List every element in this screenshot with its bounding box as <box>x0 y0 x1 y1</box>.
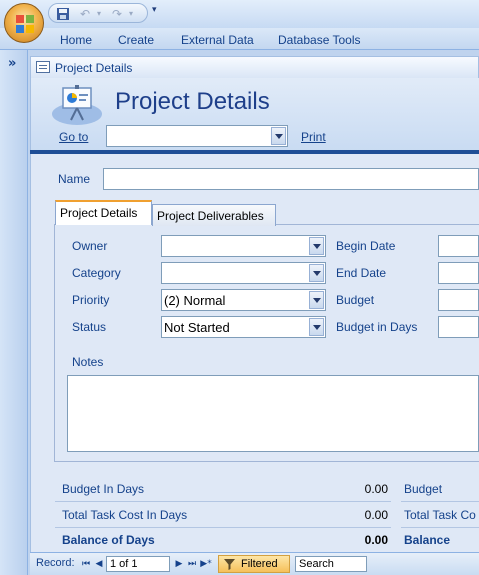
form-icon <box>36 61 50 73</box>
chevron-down-icon[interactable] <box>271 127 286 145</box>
ribbon-tab-create[interactable]: Create <box>118 33 154 47</box>
filter-toggle-button[interactable]: Filtered <box>218 555 290 573</box>
chevron-down-icon[interactable] <box>309 237 324 255</box>
previous-record-icon[interactable]: ◀ <box>93 557 105 571</box>
tab-project-deliverables[interactable]: Project Deliverables <box>152 204 276 226</box>
form-header: Project Details Go to Print <box>30 78 479 156</box>
goto-combo[interactable] <box>106 125 288 147</box>
status-value: Not Started <box>164 320 230 335</box>
budget-label: Budget <box>336 293 375 307</box>
owner-combo[interactable] <box>161 235 326 257</box>
quick-access-toolbar: ↶ ▾ ↷ ▾ <box>48 3 148 23</box>
customize-qat-icon[interactable]: ▾ <box>152 5 164 19</box>
ribbon-tab-bar: Home Create External Data Database Tools <box>0 28 479 50</box>
balance-label: Balance <box>404 533 451 547</box>
balance-of-days-value: 0.00 <box>364 533 388 547</box>
search-input[interactable]: Search <box>295 556 367 572</box>
ribbon-tab-home[interactable]: Home <box>60 33 92 47</box>
category-label: Category <box>72 266 121 280</box>
budget-field[interactable] <box>438 289 479 311</box>
budget-in-days-label: Budget in Days <box>336 320 418 334</box>
funnel-icon <box>224 559 235 570</box>
end-date-field[interactable] <box>438 262 479 284</box>
total-task-cost-label: Total Task Co <box>404 508 476 522</box>
chevron-down-icon[interactable] <box>309 291 324 309</box>
tab-project-details[interactable]: Project Details <box>55 200 152 225</box>
status-label: Status <box>72 320 107 334</box>
ribbon-tab-external-data[interactable]: External Data <box>181 33 254 47</box>
header-toolbar: Go to Print <box>31 122 479 150</box>
status-combo[interactable]: Not Started <box>161 316 326 338</box>
undo-dropdown-icon[interactable]: ▾ <box>91 7 107 21</box>
balance-of-days-label: Balance of Days <box>62 533 155 547</box>
print-button[interactable]: Print <box>301 130 326 144</box>
first-record-icon[interactable]: ⏮ <box>80 557 92 571</box>
priority-combo[interactable]: (2) Normal <box>161 289 326 311</box>
record-label: Record: <box>36 557 75 569</box>
budget-summary-label: Budget <box>404 482 443 496</box>
redo-dropdown-icon[interactable]: ▾ <box>123 7 139 21</box>
begin-date-field[interactable] <box>438 235 479 257</box>
priority-label: Priority <box>72 293 110 307</box>
budget-in-days-summary-value: 0.00 <box>364 482 388 496</box>
budget-in-days-field[interactable] <box>438 316 479 338</box>
next-record-icon[interactable]: ▶ <box>173 557 185 571</box>
document-tab[interactable]: Project Details <box>30 56 479 78</box>
name-field[interactable] <box>103 168 479 190</box>
total-task-cost-days-value: 0.00 <box>364 508 388 522</box>
ribbon-tab-database-tools[interactable]: Database Tools <box>278 33 361 47</box>
new-record-icon[interactable]: ▶* <box>200 557 212 571</box>
filter-label: Filtered <box>241 558 278 570</box>
total-task-cost-days-label: Total Task Cost In Days <box>62 508 188 522</box>
owner-label: Owner <box>72 239 108 253</box>
office-logo-icon <box>16 15 34 33</box>
budget-in-days-summary-label: Budget In Days <box>62 482 145 496</box>
goto-label: Go to <box>59 130 89 144</box>
record-navigation-bar: Record: ⏮ ◀ 1 of 1 ▶ ⏭ ▶* Filtered Searc… <box>30 552 479 575</box>
office-button[interactable] <box>4 3 44 43</box>
presentation-board-icon <box>52 85 102 125</box>
priority-value: (2) Normal <box>164 293 226 308</box>
search-placeholder: Search <box>299 558 334 570</box>
chevron-down-icon[interactable] <box>309 318 324 336</box>
notes-label: Notes <box>72 355 104 369</box>
category-combo[interactable] <box>161 262 326 284</box>
end-date-label: End Date <box>336 266 387 280</box>
chevron-down-icon[interactable] <box>309 264 324 282</box>
navigation-pane: » <box>0 50 28 575</box>
nav-pane-toggle-icon[interactable]: » <box>8 56 16 71</box>
notes-field[interactable] <box>67 375 479 452</box>
save-icon[interactable] <box>55 7 71 21</box>
last-record-icon[interactable]: ⏭ <box>186 557 198 571</box>
document-tab-label: Project Details <box>55 61 133 75</box>
form-title: Project Details <box>115 88 270 115</box>
begin-date-label: Begin Date <box>336 239 396 253</box>
current-record-field[interactable]: 1 of 1 <box>106 556 170 572</box>
name-label: Name <box>58 172 91 186</box>
